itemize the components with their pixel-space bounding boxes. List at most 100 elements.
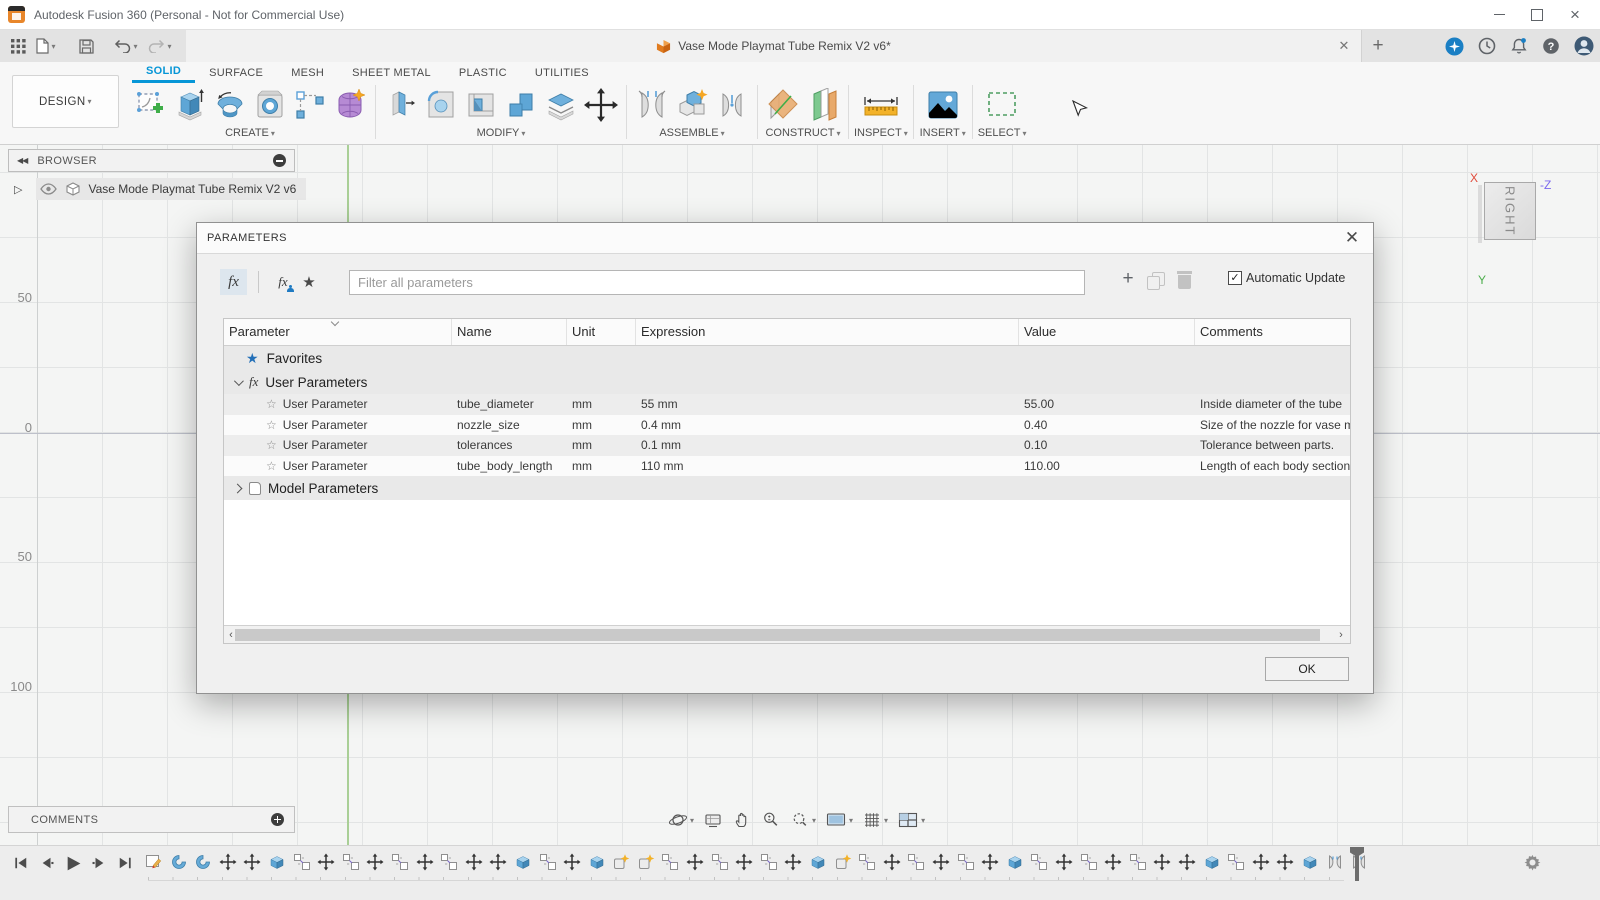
minimize-button[interactable] [1482, 3, 1516, 27]
parameter-row-tolerances[interactable]: ☆User Parametertolerancesmm0.1 mm0.10Tol… [224, 435, 1350, 456]
timeline-feature-pattern-icon[interactable] [440, 850, 458, 874]
timeline-feature-newcomp-icon[interactable] [612, 850, 630, 874]
favorites-filter-button[interactable]: ★ [296, 273, 322, 291]
maximize-button[interactable] [1520, 3, 1554, 27]
file-menu-button[interactable] [34, 33, 58, 59]
timeline-feature-move-icon[interactable] [735, 850, 753, 874]
pan-icon[interactable] [732, 810, 752, 830]
timeline-step-back-button[interactable] [38, 852, 56, 874]
timeline-feature-move-icon[interactable] [784, 850, 802, 874]
timeline-feature-move-icon[interactable] [489, 850, 507, 874]
timeline-settings-gear-icon[interactable] [1523, 853, 1542, 872]
timeline-feature-newcomp-icon[interactable] [637, 850, 655, 874]
display-settings-icon[interactable] [825, 810, 853, 830]
select-group-label[interactable]: SELECT [978, 127, 1027, 139]
fillet-button[interactable] [421, 84, 461, 126]
favorite-toggle-icon[interactable]: ☆ [266, 418, 277, 432]
joint-button[interactable] [632, 84, 672, 126]
timeline-feature-move-icon[interactable] [1276, 850, 1294, 874]
parameter-expression[interactable]: 0.1 mm [636, 438, 1019, 452]
ribbon-tab-sheet-metal[interactable]: SHEET METAL [338, 62, 445, 83]
parameter-row-tube_body_length[interactable]: ☆User Parametertube_body_lengthmm110 mm1… [224, 456, 1350, 477]
ribbon-tab-surface[interactable]: SURFACE [195, 62, 277, 83]
viewcube[interactable]: RIGHT [1484, 182, 1536, 240]
timeline-feature-move-icon[interactable] [1178, 850, 1196, 874]
automatic-update-option[interactable]: ✓ Automatic Update [1228, 271, 1345, 285]
recent-icon[interactable] [1478, 37, 1496, 55]
create-form-button[interactable] [330, 84, 370, 126]
zoom-icon[interactable] [761, 810, 781, 830]
timeline-feature-extrude-icon[interactable] [514, 850, 532, 874]
modify-group-label[interactable]: MODIFY [477, 127, 526, 139]
timeline-feature-move-icon[interactable] [219, 850, 237, 874]
timeline-feature-move-icon[interactable] [883, 850, 901, 874]
close-button[interactable]: × [1558, 3, 1592, 27]
copy-parameter-icon[interactable] [1147, 272, 1165, 290]
offset-plane-button[interactable] [803, 84, 843, 126]
revolve-button[interactable] [210, 84, 250, 126]
timeline-go-to-end-button[interactable] [116, 852, 134, 874]
ribbon-tab-plastic[interactable]: PLASTIC [445, 62, 521, 83]
favorite-toggle-icon[interactable]: ☆ [266, 459, 277, 473]
add-parameter-button[interactable]: + [1117, 268, 1139, 296]
create-sketch-button[interactable] [130, 84, 170, 126]
inspect-group-label[interactable]: INSPECT [854, 127, 908, 139]
construct-group-label[interactable]: CONSTRUCT [765, 127, 840, 139]
sort-indicator-icon[interactable] [332, 317, 340, 325]
timeline-feature-pattern-icon[interactable] [539, 850, 557, 874]
timeline-feature-move-icon[interactable] [686, 850, 704, 874]
comments-panel-header[interactable]: COMMENTS [8, 806, 295, 833]
delete-parameter-icon[interactable] [1177, 271, 1193, 290]
measure-button[interactable] [855, 84, 907, 126]
notifications-icon[interactable] [1510, 37, 1528, 55]
timeline-feature-pattern-icon[interactable] [1129, 850, 1147, 874]
column-header-value[interactable]: Value [1019, 319, 1195, 345]
move-copy-button[interactable] [581, 84, 621, 126]
timeline-feature-move-icon[interactable] [563, 850, 581, 874]
timeline-feature-pattern-icon[interactable] [858, 850, 876, 874]
timeline-feature-move-icon[interactable] [465, 850, 483, 874]
column-header-unit[interactable]: Unit [567, 319, 636, 345]
timeline-feature-extrude-icon[interactable] [809, 850, 827, 874]
visibility-eye-icon[interactable] [40, 183, 57, 195]
timeline-feature-extrude-icon[interactable] [588, 850, 606, 874]
column-header-name[interactable]: Name [452, 319, 567, 345]
insert-group-label[interactable]: INSERT [920, 127, 966, 139]
parameter-expression[interactable]: 110 mm [636, 459, 1019, 473]
help-icon[interactable]: ? [1542, 37, 1560, 55]
insert-canvas-button[interactable] [919, 84, 967, 126]
expand-arrow-icon[interactable]: ▷ [14, 183, 22, 196]
orbit-icon[interactable] [668, 810, 694, 830]
new-tab-button[interactable]: + [1366, 34, 1390, 58]
table-horizontal-scrollbar[interactable]: ‹ › [224, 625, 1350, 643]
timeline-feature-pattern-icon[interactable] [391, 850, 409, 874]
timeline-feature-newcomp-icon[interactable] [834, 850, 852, 874]
midplane-button[interactable] [763, 84, 803, 126]
combine-button[interactable] [501, 84, 541, 126]
app-grid-icon[interactable] [6, 33, 30, 59]
grid-snap-icon[interactable] [862, 810, 888, 830]
timeline-feature-pattern-icon[interactable] [760, 850, 778, 874]
ribbon-tab-solid[interactable]: SOLID [132, 62, 195, 83]
browser-panel-header[interactable]: ◀◀ BROWSER [8, 149, 295, 172]
ok-button[interactable]: OK [1265, 657, 1349, 681]
chevron-right-icon[interactable] [233, 483, 243, 493]
parameter-row-tube_diameter[interactable]: ☆User Parametertube_diametermm55 mm55.00… [224, 394, 1350, 415]
favorite-toggle-icon[interactable]: ☆ [266, 438, 277, 452]
select-button[interactable] [978, 84, 1026, 126]
parameter-expression[interactable]: 0.4 mm [636, 418, 1019, 432]
extrude-button[interactable] [170, 84, 210, 126]
parameter-expression[interactable]: 55 mm [636, 397, 1019, 411]
new-component-button[interactable] [672, 84, 712, 126]
timeline-feature-joint-icon[interactable] [1326, 850, 1344, 874]
timeline-playhead[interactable] [1355, 849, 1359, 881]
timeline-feature-extrude-icon[interactable] [1301, 850, 1319, 874]
fit-icon[interactable] [790, 810, 816, 830]
parameter-comment[interactable]: Inside diameter of the tube [1195, 397, 1350, 411]
timeline-feature-sketch-icon[interactable] [145, 850, 163, 874]
profile-avatar[interactable] [1574, 36, 1594, 56]
timeline-feature-move-icon[interactable] [1104, 850, 1122, 874]
timeline-feature-pattern-icon[interactable] [711, 850, 729, 874]
as-built-joint-button[interactable] [712, 84, 752, 126]
timeline-feature-move-icon[interactable] [1252, 850, 1270, 874]
